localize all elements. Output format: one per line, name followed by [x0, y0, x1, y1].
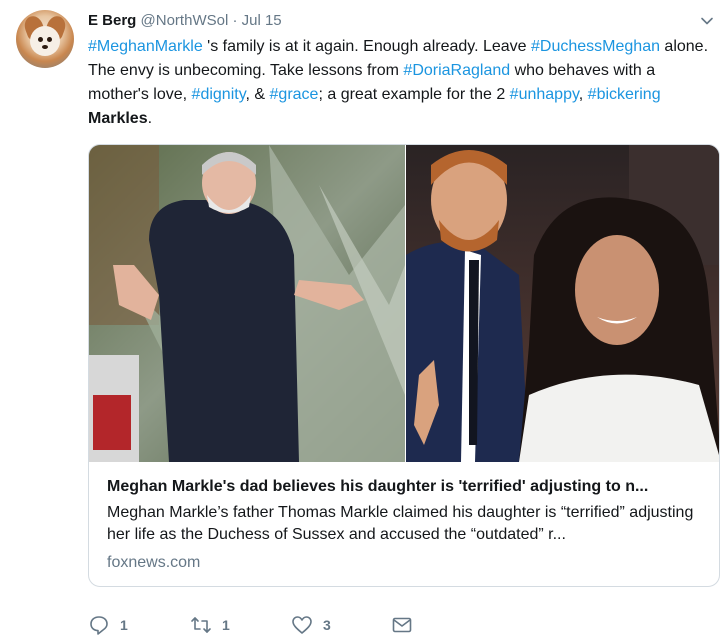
like-count: 3 — [323, 617, 331, 633]
like-button[interactable]: 3 — [291, 612, 331, 638]
tweet-text-segment: 's family is at it again. Enough already… — [202, 38, 532, 55]
bold-text: Markles — [88, 110, 148, 127]
card-description: Meghan Markle’s father Thomas Markle cla… — [107, 504, 694, 543]
retweet-button[interactable]: 1 — [190, 612, 230, 638]
tweet-text-segment: . — [147, 110, 153, 127]
dm-icon — [392, 617, 412, 633]
reply-button[interactable]: 1 — [88, 612, 128, 638]
tweet-text-segment: , & — [245, 86, 270, 103]
card-body: Meghan Markle's dad believes his daughte… — [89, 462, 719, 586]
author-handle[interactable]: @NorthWSol — [141, 12, 229, 29]
direct-message-button[interactable] — [391, 612, 413, 638]
hashtag-link[interactable]: #DoriaRagland — [403, 62, 510, 79]
separator-dot: · — [232, 12, 238, 29]
reply-icon — [90, 616, 108, 635]
tweet-text: #MeghanMarkle 's family is at it again. … — [88, 35, 718, 131]
action-bar: 1 1 3 — [88, 612, 488, 638]
tweet-date[interactable]: Jul 15 — [242, 12, 282, 29]
hashtag-link[interactable]: #dignity — [192, 86, 246, 103]
card-image — [89, 145, 719, 462]
hashtag-link[interactable]: #unhappy — [510, 86, 579, 103]
reply-count: 1 — [120, 617, 128, 633]
tweet-text-segment: , — [578, 86, 588, 103]
author-name[interactable]: E Berg — [88, 12, 136, 29]
retweet-icon — [191, 617, 211, 633]
tweet-text-segment: ; a great example for the 2 — [318, 86, 510, 103]
tweet: E Berg @NorthWSol · Jul 15 #MeghanMarkle… — [0, 0, 728, 642]
retweet-count: 1 — [222, 617, 230, 633]
link-card[interactable]: Meghan Markle's dad believes his daughte… — [88, 144, 720, 587]
like-icon — [292, 616, 312, 634]
avatar[interactable] — [16, 10, 74, 68]
hashtag-link[interactable]: #grace — [270, 86, 319, 103]
hashtag-link[interactable]: #DuchessMeghan — [531, 38, 660, 55]
hashtag-link[interactable]: #bickering — [588, 86, 661, 103]
card-title[interactable]: Meghan Markle's dad believes his daughte… — [107, 476, 703, 498]
card-domain: foxnews.com — [107, 554, 201, 571]
chevron-down-icon[interactable] — [700, 14, 714, 28]
tweet-header: E Berg @NorthWSol · Jul 15 — [88, 11, 282, 31]
hashtag-link[interactable]: #MeghanMarkle — [88, 38, 203, 55]
